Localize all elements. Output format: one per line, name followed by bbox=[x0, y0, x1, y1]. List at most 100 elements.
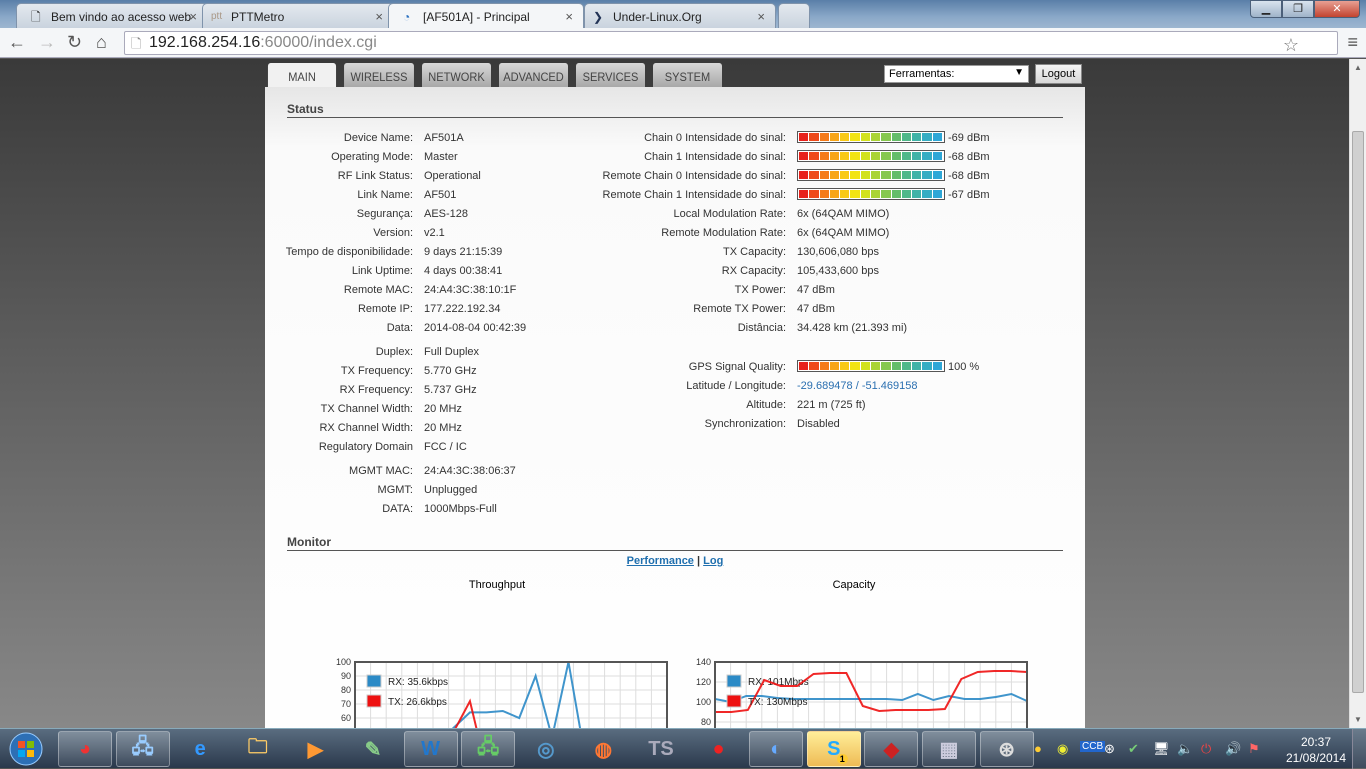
signal-segment bbox=[901, 152, 912, 160]
signal-segment bbox=[912, 362, 922, 370]
status-row: DATA: 1000Mbps-Full bbox=[265, 503, 1085, 519]
record-taskbar-button[interactable]: ● bbox=[692, 731, 746, 767]
minimize-button[interactable]: ▁ bbox=[1250, 0, 1282, 18]
scrollbar-thumb[interactable] bbox=[1352, 131, 1364, 693]
signal-segment bbox=[829, 133, 840, 141]
close-tab-icon[interactable]: × bbox=[189, 9, 197, 24]
steam-tray-icon[interactable]: ⊛ bbox=[1104, 741, 1115, 757]
status-row: Altitude: 221 m (725 ft) bbox=[265, 399, 1085, 415]
signal-segment bbox=[829, 171, 840, 179]
legend-swatch bbox=[366, 694, 382, 708]
signal-segment bbox=[870, 362, 881, 370]
signal-segment bbox=[881, 362, 891, 370]
status-value: 130,606,080 bps bbox=[797, 246, 879, 258]
gps-coordinates-link[interactable]: -29.689478 / -51.469158 bbox=[797, 380, 918, 392]
clock[interactable]: 20:37 21/08/2014 bbox=[1284, 734, 1348, 766]
notification-icon[interactable]: ● bbox=[1034, 741, 1042, 756]
show-desktop-button[interactable] bbox=[1352, 729, 1366, 769]
browser-tab-2[interactable]: ptt PTTMetro × bbox=[202, 3, 394, 28]
firefox-taskbar-button[interactable]: ◍ bbox=[576, 731, 630, 767]
bookmark-star-icon[interactable]: ☆ bbox=[1283, 35, 1299, 56]
nav-tab-wireless[interactable]: WIRELESS bbox=[344, 63, 414, 87]
ptt-icon: ptt bbox=[211, 11, 223, 22]
status-value: 100 % bbox=[948, 361, 980, 373]
dota-taskbar-button[interactable]: ◆ bbox=[864, 731, 919, 767]
network-icon[interactable]: 🖥 bbox=[1153, 741, 1170, 757]
ccb-icon[interactable]: CCB bbox=[1080, 741, 1106, 752]
start-button[interactable] bbox=[0, 731, 52, 767]
volume-muted-icon[interactable]: 🔈 bbox=[1177, 741, 1193, 757]
nav-tab-system[interactable]: SYSTEM bbox=[653, 63, 722, 87]
tool-taskbar-button[interactable]: ✎ bbox=[346, 731, 400, 767]
record-icon: ● bbox=[712, 737, 725, 760]
signal-segment bbox=[840, 152, 850, 160]
maximize-button[interactable]: ❐ bbox=[1282, 0, 1314, 18]
app-taskbar-button[interactable]: ◎ bbox=[519, 731, 573, 767]
signal-segment bbox=[829, 362, 840, 370]
tray-app-icon[interactable]: ◉ bbox=[1057, 741, 1068, 757]
calculator-taskbar-button[interactable]: ▦ bbox=[922, 731, 976, 767]
signal-segment bbox=[840, 362, 850, 370]
safely-remove-icon[interactable]: ✔ bbox=[1128, 741, 1139, 757]
signal-segment bbox=[932, 171, 942, 179]
steam-taskbar-button[interactable]: ⊛ bbox=[979, 731, 1034, 767]
status-row: RX Capacity: 105,433,600 bps bbox=[265, 265, 1085, 281]
browser-tab-1[interactable]: 🗋 Bem vindo ao acesso web × bbox=[16, 3, 208, 28]
main-panel: Status Device Name: AF501A Operating Mode:… bbox=[265, 87, 1085, 728]
scrollbar[interactable]: ▲ ▼ bbox=[1349, 59, 1366, 728]
status-value: -69 dBm bbox=[948, 132, 990, 144]
status-row: TX Capacity: 130,606,080 bps bbox=[265, 246, 1085, 262]
nav-tab-main[interactable]: MAIN bbox=[267, 63, 337, 90]
volume-icon[interactable]: 🔊 bbox=[1225, 741, 1241, 757]
menu-icon[interactable]: ≡ bbox=[1347, 32, 1358, 53]
action-center-icon[interactable]: ⚑ bbox=[1248, 741, 1260, 757]
close-tab-icon[interactable]: × bbox=[565, 9, 573, 24]
new-tab-button[interactable] bbox=[778, 3, 810, 28]
signal-segment bbox=[870, 133, 881, 141]
network-connections-taskbar-button[interactable]: 🖧 bbox=[461, 731, 516, 767]
signal-segment bbox=[860, 362, 870, 370]
close-tab-icon[interactable]: × bbox=[375, 9, 383, 24]
log-link[interactable]: Log bbox=[703, 555, 723, 567]
skype-taskbar-button[interactable]: S1 bbox=[806, 731, 861, 767]
signal-segment bbox=[922, 152, 932, 160]
app-2-taskbar-button[interactable]: ◐ bbox=[749, 731, 804, 767]
close-tab-icon[interactable]: × bbox=[757, 9, 765, 24]
status-label: RX Capacity: bbox=[721, 265, 786, 277]
logout-button[interactable]: Logout bbox=[1035, 64, 1082, 84]
close-window-button[interactable]: ✕ bbox=[1314, 0, 1360, 18]
legend-label: TX: 130Mbps bbox=[748, 697, 807, 708]
legend-label: TX: 26.6kbps bbox=[388, 697, 447, 708]
back-icon[interactable]: ← bbox=[8, 32, 26, 53]
performance-link[interactable]: Performance bbox=[627, 555, 694, 567]
chevron-down-icon: ▼ bbox=[1014, 67, 1024, 78]
status-label: Duplex: bbox=[375, 346, 413, 358]
chrome-taskbar-button[interactable]: ◕ bbox=[58, 731, 112, 767]
signal-segment bbox=[860, 152, 870, 160]
ie-taskbar-button[interactable]: e bbox=[173, 731, 227, 767]
word-taskbar-button[interactable]: W bbox=[403, 731, 458, 767]
signal-segment bbox=[850, 190, 860, 198]
reload-icon[interactable]: ↻ bbox=[67, 32, 82, 53]
nav-tab-network[interactable]: NETWORK bbox=[422, 63, 491, 87]
nav-tab-advanced[interactable]: ADVANCED bbox=[499, 63, 568, 87]
tools-select[interactable]: Ferramentas: ▼ bbox=[884, 65, 1029, 83]
nav-tab-services[interactable]: SERVICES bbox=[576, 63, 645, 87]
explorer-taskbar-button[interactable]: 🗀 bbox=[231, 731, 285, 767]
home-icon[interactable]: ⌂ bbox=[96, 32, 107, 53]
forward-icon[interactable]: → bbox=[38, 32, 56, 53]
status-label: GPS Signal Quality: bbox=[688, 361, 786, 373]
media-player-taskbar-button[interactable]: ▶ bbox=[288, 731, 342, 767]
firefox-icon: ◍ bbox=[594, 738, 613, 761]
browser-tab-3[interactable]: ◔ [AF501A] - Principal × bbox=[388, 3, 584, 28]
network-app-taskbar-button[interactable]: 🖧 bbox=[115, 731, 170, 767]
status-label: Distância: bbox=[737, 322, 786, 334]
status-value: 1000Mbps-Full bbox=[424, 503, 497, 515]
teamspeak-taskbar-button[interactable]: TS bbox=[634, 731, 688, 767]
status-row: Chain 1 Intensidade do sinal: -68 dBm bbox=[265, 150, 1085, 167]
browser-tab-4[interactable]: ❯ Under-Linux.Org × bbox=[584, 3, 776, 28]
signal-bar bbox=[797, 150, 945, 162]
power-icon[interactable]: ⏻ bbox=[1201, 741, 1211, 757]
address-bar[interactable]: 🗋 192.168.254.16:60000/index.cgi ☆ bbox=[124, 31, 1338, 55]
signal-segment bbox=[891, 133, 901, 141]
